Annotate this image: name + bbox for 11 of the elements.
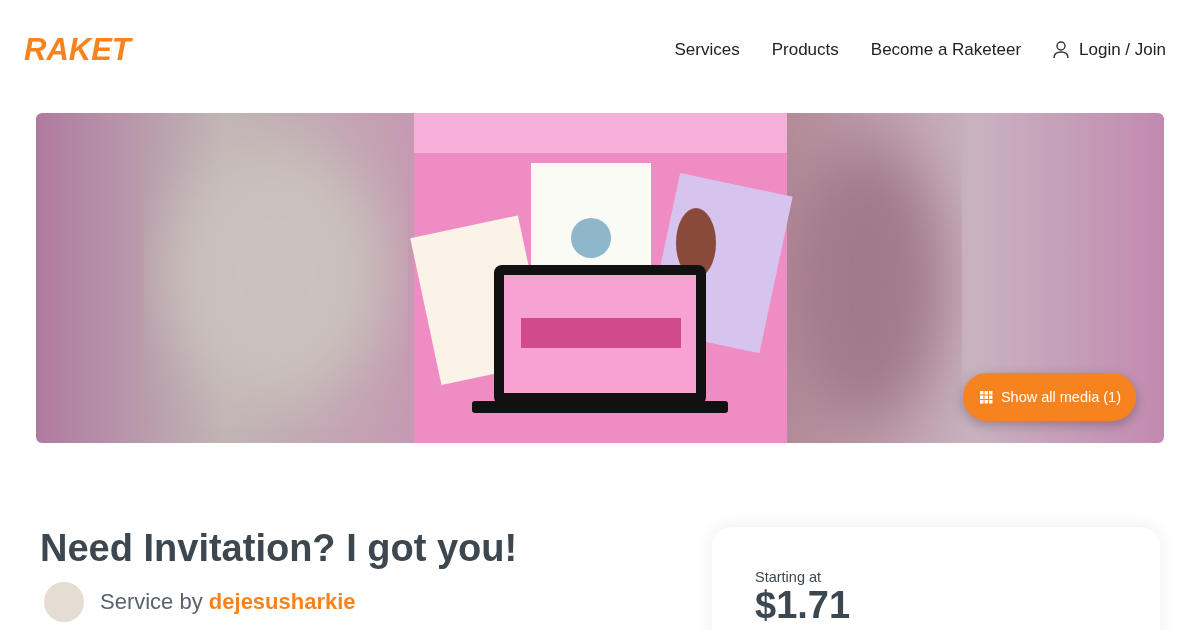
service-title: Need Invitation? I got you!	[40, 527, 518, 570]
seller-avatar	[44, 582, 84, 622]
service-by-text: Service by dejesusharkie	[100, 589, 356, 615]
price: $1.71	[755, 585, 852, 627]
nav-link[interactable]: Services	[674, 40, 740, 60]
login-link[interactable]: Login / Join	[1053, 40, 1166, 60]
nav-link[interactable]: Products	[771, 40, 839, 60]
nav-link[interactable]: Become a Raketeer	[870, 40, 1022, 60]
grid-icon	[979, 390, 993, 404]
starting-at-label: Starting at	[755, 569, 823, 585]
user-icon	[1053, 41, 1070, 59]
